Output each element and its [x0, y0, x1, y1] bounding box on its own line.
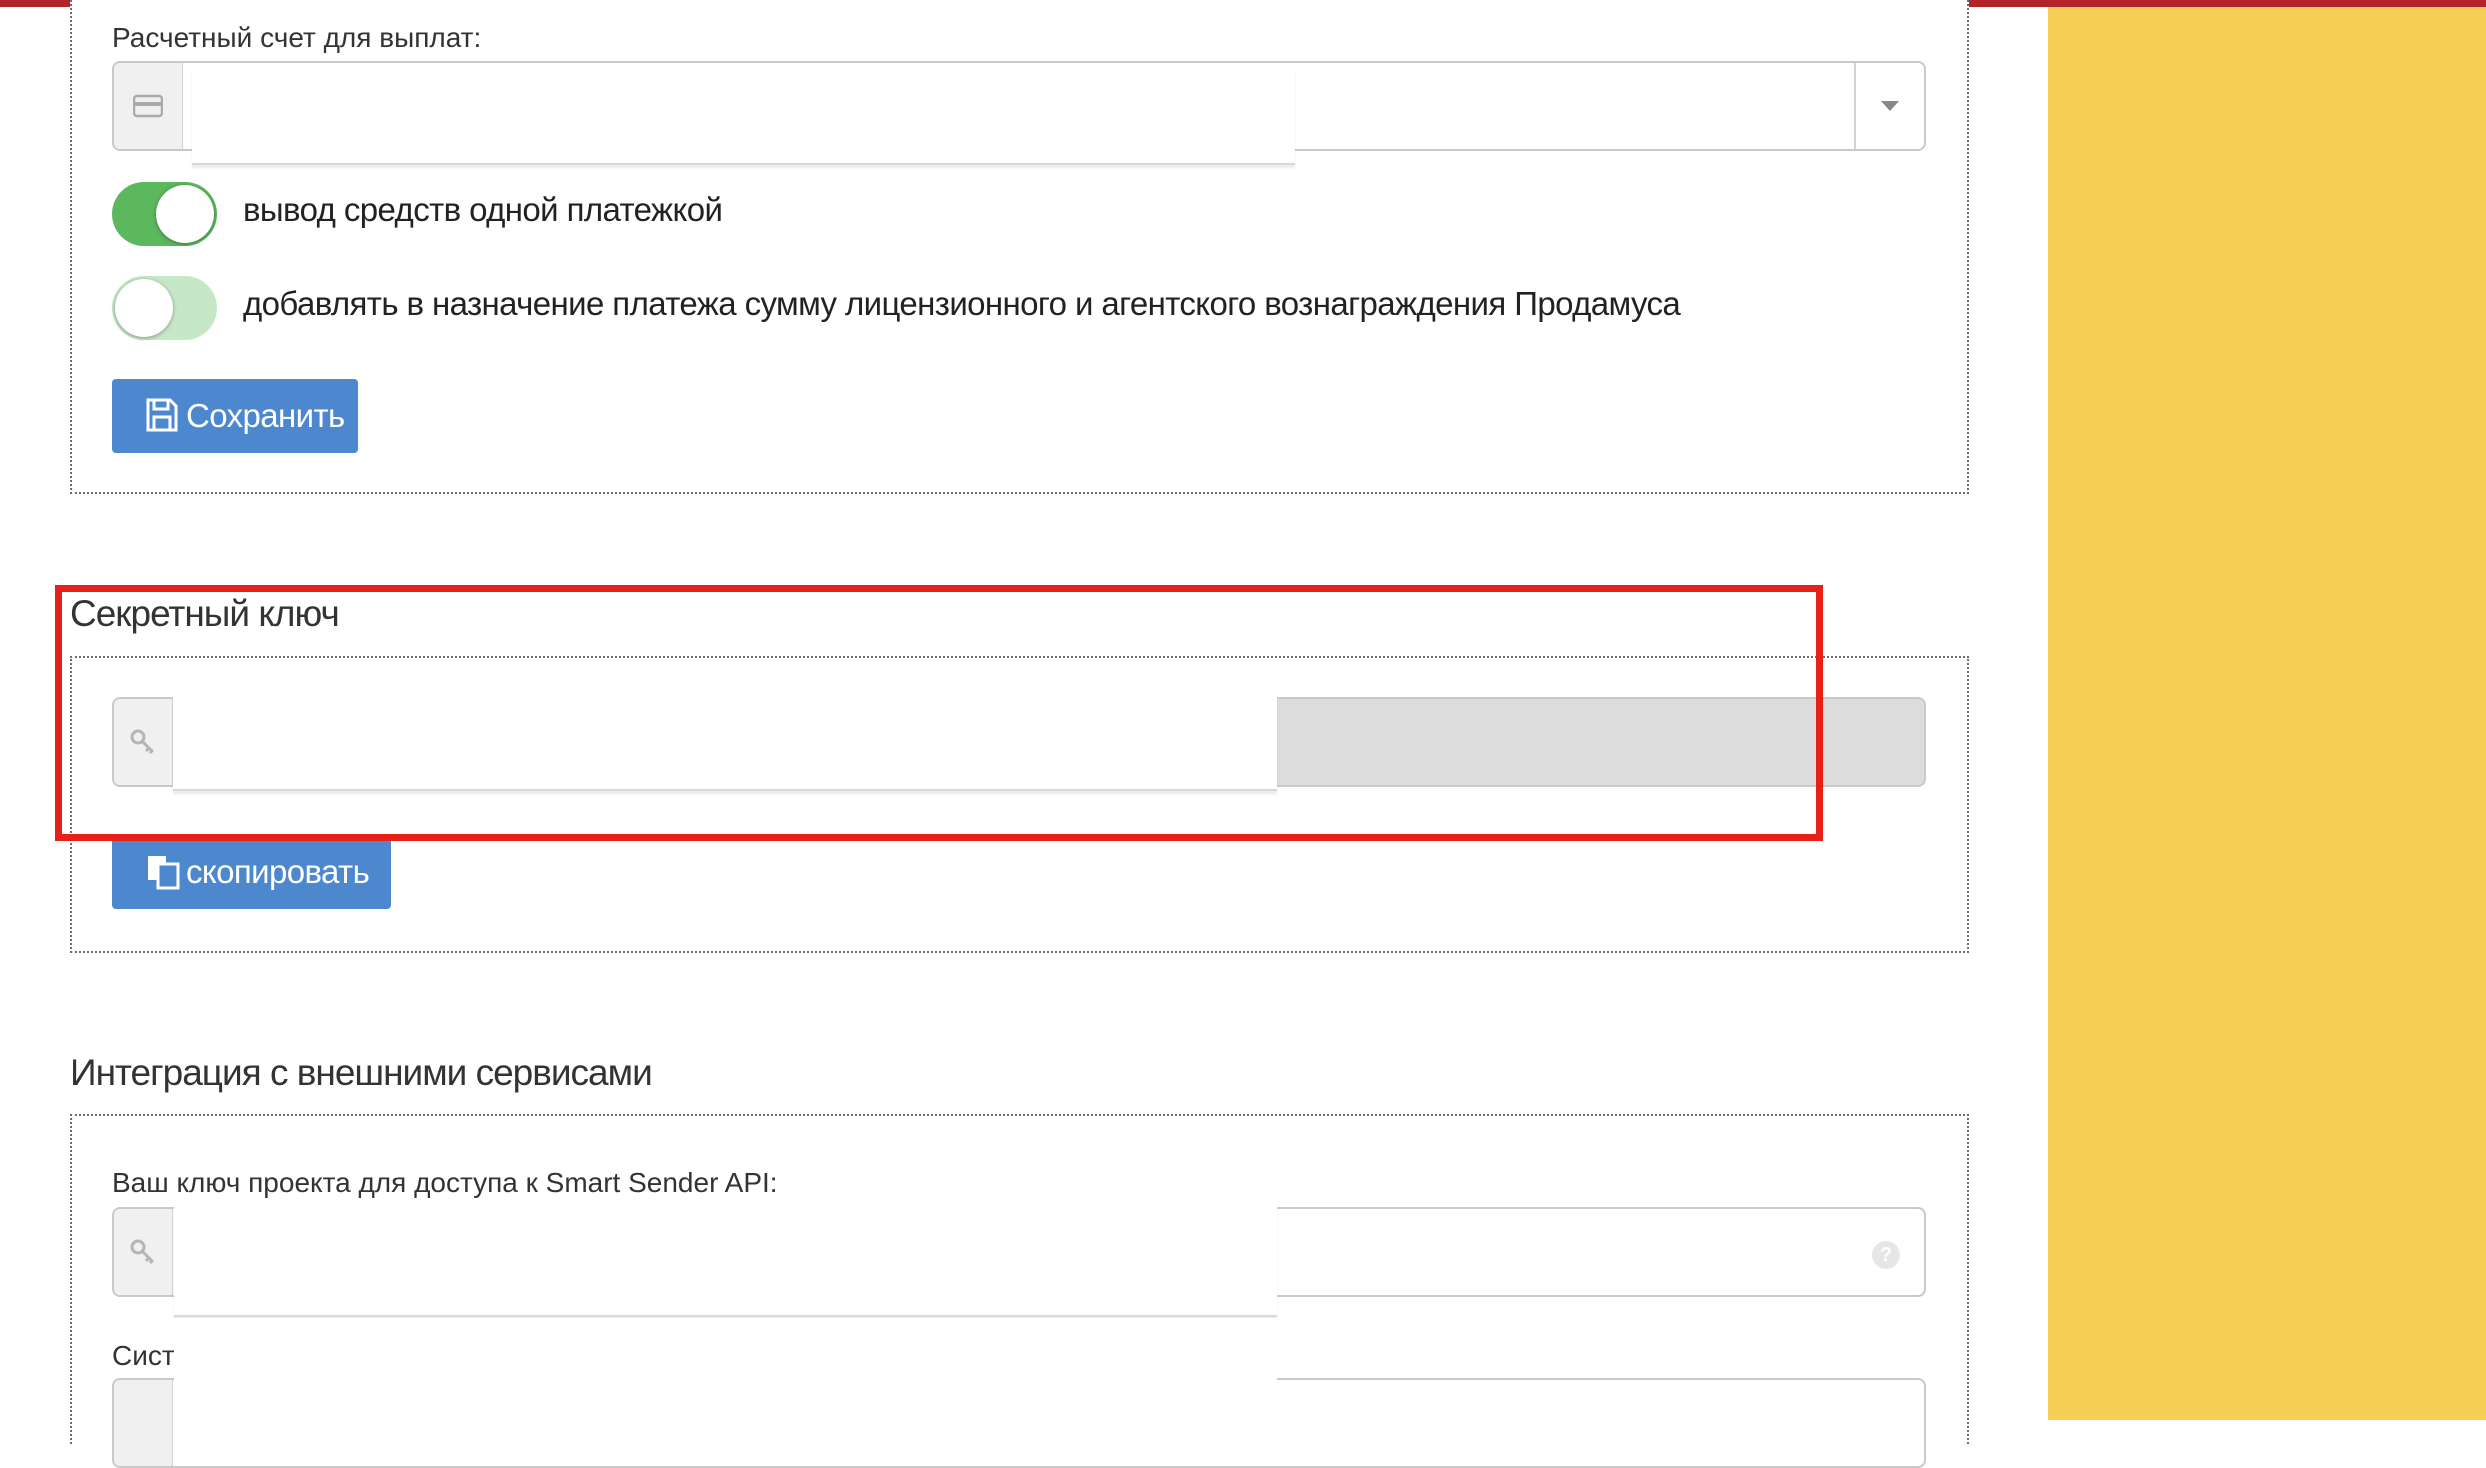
save-button-label: Сохранить: [186, 397, 345, 434]
account-label: Расчетный счет для выплат:: [112, 22, 482, 53]
redaction-overlay: [173, 697, 1277, 791]
copy-button[interactable]: скопировать: [112, 835, 391, 909]
key-icon: [114, 1380, 173, 1466]
credit-card-icon: [114, 63, 183, 149]
floppy-disk-icon: [146, 398, 178, 432]
side-panel: [2048, 7, 2486, 1420]
single-payment-toggle[interactable]: [112, 182, 217, 246]
redaction-overlay: [192, 67, 1295, 165]
system-field-label: Сист: [112, 1340, 175, 1371]
copy-icon: [148, 856, 180, 890]
single-payment-label: вывод средств одной платежкой: [243, 191, 723, 228]
add-commission-label: добавлять в назначение платежа сумму лиц…: [243, 285, 1681, 322]
integration-title: Интеграция с внешними сервисами: [70, 1052, 653, 1093]
add-commission-toggle[interactable]: [112, 276, 217, 340]
redaction-overlay: [174, 1207, 1277, 1317]
secret-key-title: Секретный ключ: [70, 593, 340, 634]
redaction-overlay: [174, 1318, 1277, 1420]
key-icon: [114, 1209, 173, 1295]
key-icon: [114, 699, 173, 785]
chevron-down-icon: [1881, 101, 1899, 111]
save-button[interactable]: Сохранить: [112, 379, 358, 453]
question-circle-icon[interactable]: ?: [1872, 1241, 1900, 1269]
dropdown-toggle[interactable]: [1854, 63, 1924, 149]
smart-sender-label: Ваш ключ проекта для доступа к Smart Sen…: [112, 1167, 778, 1198]
copy-button-label: скопировать: [186, 853, 370, 890]
